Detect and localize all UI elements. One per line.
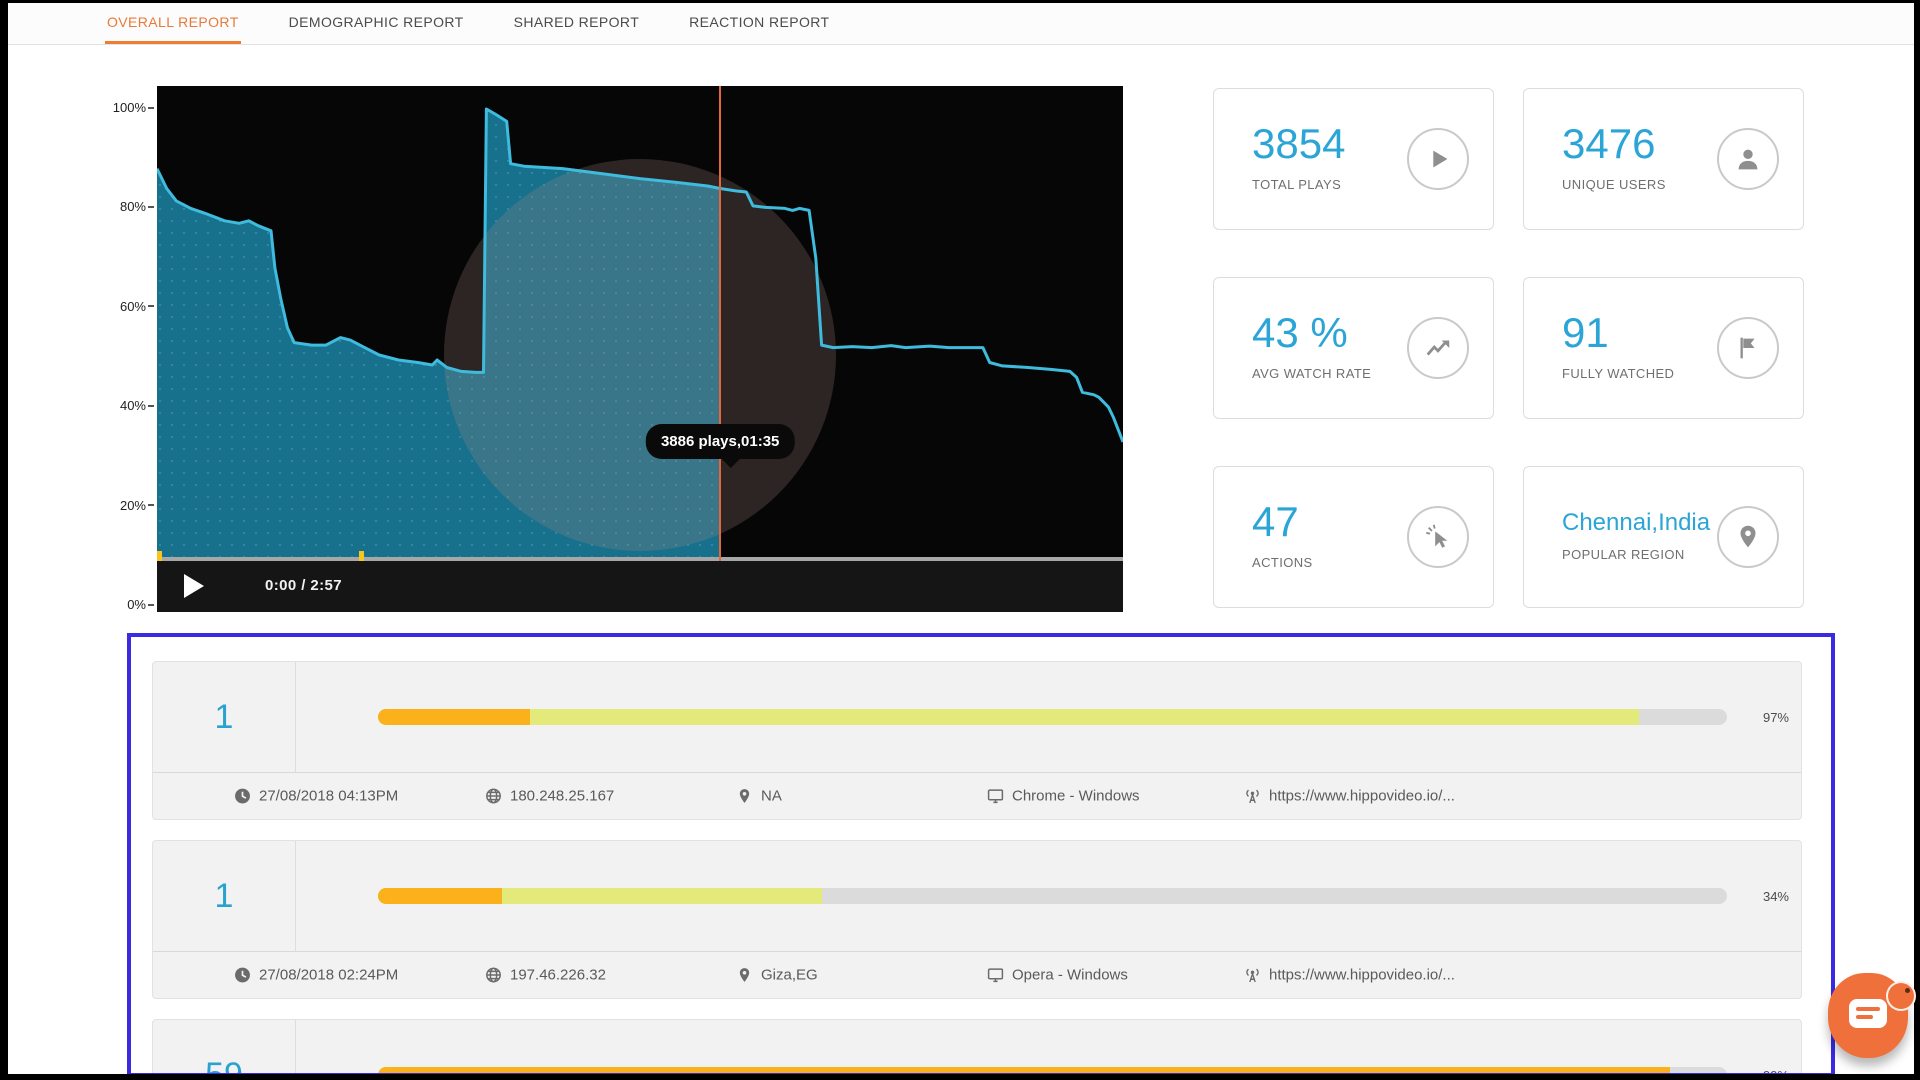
viewer-log-section: 1 97% 27/08/2018 04:13PM 180.248.25.167 NA… bbox=[127, 633, 1835, 1077]
y-axis-label: 80% bbox=[120, 199, 154, 214]
viewer-ip: 180.248.25.167 bbox=[485, 788, 614, 805]
chat-notification-badge bbox=[1886, 981, 1916, 1011]
view-count-cell: 1 bbox=[153, 841, 296, 951]
watch-bar-track bbox=[378, 1067, 1727, 1077]
y-axis-label: 0% bbox=[127, 597, 154, 612]
chart-y-axis: 100% 80% 60% 40% 20% 0% bbox=[96, 86, 154, 612]
viewer-row-main: 1 34% bbox=[153, 841, 1801, 951]
play-button[interactable] bbox=[184, 574, 204, 598]
user-icon bbox=[1717, 128, 1779, 190]
monitor-icon bbox=[987, 788, 1004, 805]
globe-icon bbox=[485, 788, 502, 805]
play-icon bbox=[1407, 128, 1469, 190]
stat-card-popular-region: Chennai,India POPULAR REGION bbox=[1523, 466, 1804, 608]
viewer-location: Giza,EG bbox=[736, 967, 818, 984]
y-axis-label: 20% bbox=[120, 498, 154, 513]
viewer-row-main: 59 99% bbox=[153, 1020, 1801, 1077]
view-count: 1 bbox=[215, 698, 234, 737]
video-time-label: 0:00 / 2:57 bbox=[265, 577, 342, 594]
chart-tooltip: 3886 plays,01:35 bbox=[646, 424, 794, 459]
location-pin-small-icon bbox=[736, 967, 753, 984]
viewer-log-row[interactable]: 59 99% bbox=[152, 1019, 1802, 1077]
globe-icon bbox=[485, 967, 502, 984]
video-player[interactable]: 3886 plays,01:35 0:00 / 2:57 bbox=[157, 86, 1123, 612]
tab-shared-report[interactable]: SHARED REPORT bbox=[512, 3, 642, 44]
tab-reaction-report[interactable]: REACTION REPORT bbox=[687, 3, 831, 44]
clock-icon bbox=[234, 788, 251, 805]
view-count: 1 bbox=[215, 877, 234, 916]
chat-bubble-icon bbox=[1849, 999, 1887, 1028]
view-datetime: 27/08/2018 04:13PM bbox=[234, 788, 398, 805]
tab-overall-report[interactable]: OVERALL REPORT bbox=[105, 3, 241, 44]
viewer-row-details: 27/08/2018 04:13PM 180.248.25.167 NA Chrome… bbox=[153, 772, 1801, 819]
watch-bar-track bbox=[378, 888, 1727, 904]
view-count-cell: 1 bbox=[153, 662, 296, 772]
location-pin-icon bbox=[1717, 506, 1779, 568]
viewer-browser: Opera - Windows bbox=[987, 967, 1128, 984]
watch-percent: 34% bbox=[1741, 889, 1789, 904]
flag-icon bbox=[1717, 317, 1779, 379]
stat-card-fully-watched: 91 FULLY WATCHED bbox=[1523, 277, 1804, 419]
watch-bar-segment bbox=[378, 888, 502, 904]
location-pin-small-icon bbox=[736, 788, 753, 805]
stat-card-unique-users: 3476 UNIQUE USERS bbox=[1523, 88, 1804, 230]
viewer-log-row[interactable]: 1 34% 27/08/2018 02:24PM 197.46.226.32 Giz… bbox=[152, 840, 1802, 999]
y-axis-label: 100% bbox=[113, 100, 154, 115]
view-count-cell: 59 bbox=[153, 1020, 296, 1077]
watch-percent: 99% bbox=[1741, 1068, 1789, 1078]
stat-card-avg-watch-rate: 43 % AVG WATCH RATE bbox=[1213, 277, 1494, 419]
stat-card-actions: 47 ACTIONS bbox=[1213, 466, 1494, 608]
report-tabs: OVERALL REPORT DEMOGRAPHIC REPORT SHARED R… bbox=[8, 3, 1914, 45]
viewer-row-main: 1 97% bbox=[153, 662, 1801, 772]
retention-chart bbox=[157, 86, 1123, 557]
broadcast-icon bbox=[1244, 967, 1261, 984]
viewer-log-row[interactable]: 1 97% 27/08/2018 04:13PM 180.248.25.167 NA… bbox=[152, 661, 1802, 820]
watch-bar-area: 97% bbox=[296, 662, 1801, 772]
source-url[interactable]: https://www.hippovideo.io/... bbox=[1244, 967, 1455, 984]
watch-bar-segment bbox=[378, 709, 530, 725]
tab-demographic-report[interactable]: DEMOGRAPHIC REPORT bbox=[287, 3, 466, 44]
watch-bar-segment bbox=[502, 888, 822, 904]
cursor-click-icon bbox=[1407, 506, 1469, 568]
watch-bar-segment bbox=[378, 1067, 1670, 1077]
video-controls-bar: 0:00 / 2:57 bbox=[157, 561, 1123, 612]
monitor-icon bbox=[987, 967, 1004, 984]
source-url[interactable]: https://www.hippovideo.io/... bbox=[1244, 788, 1455, 805]
watch-bar-segment bbox=[530, 709, 1639, 725]
playhead-marker-line[interactable] bbox=[719, 86, 721, 561]
watch-bar-area: 34% bbox=[296, 841, 1801, 951]
y-axis-label: 40% bbox=[120, 398, 154, 413]
watermark-circle bbox=[444, 159, 836, 551]
watch-bar-area: 99% bbox=[296, 1020, 1801, 1077]
view-count: 59 bbox=[205, 1056, 243, 1078]
viewer-location: NA bbox=[736, 788, 782, 805]
y-axis-label: 60% bbox=[120, 299, 154, 314]
viewer-row-details: 27/08/2018 02:24PM 197.46.226.32 Giza,EG Op… bbox=[153, 951, 1801, 998]
viewer-browser: Chrome - Windows bbox=[987, 788, 1140, 805]
stat-card-total-plays: 3854 TOTAL PLAYS bbox=[1213, 88, 1494, 230]
watch-bar-track bbox=[378, 709, 1727, 725]
viewer-ip: 197.46.226.32 bbox=[485, 967, 606, 984]
broadcast-icon bbox=[1244, 788, 1261, 805]
watch-percent: 97% bbox=[1741, 710, 1789, 725]
stats-grid: 3854 TOTAL PLAYS 3476 UNIQUE USERS 43 % … bbox=[1213, 88, 1804, 608]
clock-icon bbox=[234, 967, 251, 984]
view-datetime: 27/08/2018 02:24PM bbox=[234, 967, 398, 984]
trend-up-icon bbox=[1407, 317, 1469, 379]
